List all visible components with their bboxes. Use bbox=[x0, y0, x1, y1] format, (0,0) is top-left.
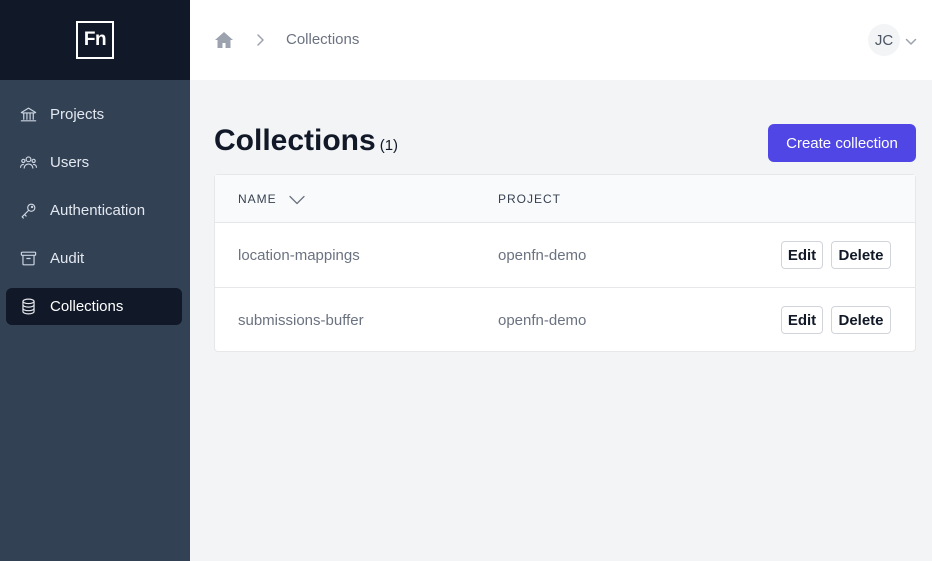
sidebar: Fn Projects Users Authentication Audit C… bbox=[0, 0, 190, 561]
column-header-name[interactable]: NAME bbox=[238, 192, 305, 206]
sidebar-item-label: Collections bbox=[50, 298, 124, 315]
column-header-name-label: NAME bbox=[238, 192, 277, 206]
sidebar-item-authentication[interactable]: Authentication bbox=[6, 192, 182, 229]
sidebar-item-projects[interactable]: Projects bbox=[6, 96, 182, 133]
collection-count: (1) bbox=[379, 137, 399, 154]
delete-button[interactable]: Delete bbox=[831, 306, 891, 334]
sidebar-item-label: Projects bbox=[50, 106, 105, 123]
logo-area: Fn bbox=[0, 0, 190, 80]
table-row: location-mappings openfn-demo Edit Delet… bbox=[215, 223, 915, 288]
database-icon bbox=[18, 297, 38, 317]
breadcrumb-current[interactable]: Collections bbox=[286, 31, 359, 48]
chevron-right-icon bbox=[254, 32, 266, 48]
collections-table: NAME PROJECT location-mappings openfn-de… bbox=[214, 174, 916, 352]
users-icon bbox=[18, 153, 38, 173]
sort-chevron-down-icon[interactable] bbox=[289, 194, 305, 205]
sidebar-item-label: Users bbox=[50, 154, 90, 171]
user-avatar[interactable]: JC bbox=[868, 24, 900, 56]
bank-icon bbox=[18, 105, 38, 125]
app-logo[interactable]: Fn bbox=[76, 21, 114, 59]
table-row: submissions-buffer openfn-demo Edit Dele… bbox=[215, 288, 915, 353]
table-header: NAME PROJECT bbox=[215, 175, 915, 223]
page-title: Collections (1) bbox=[214, 124, 398, 158]
collection-name: submissions-buffer bbox=[238, 312, 364, 329]
page-title-text: Collections bbox=[214, 124, 376, 157]
sidebar-item-users[interactable]: Users bbox=[6, 144, 182, 181]
column-header-project: PROJECT bbox=[498, 192, 562, 206]
collection-project: openfn-demo bbox=[498, 247, 587, 264]
sidebar-item-label: Audit bbox=[50, 250, 85, 267]
home-icon[interactable] bbox=[214, 31, 234, 49]
sidebar-item-label: Authentication bbox=[50, 202, 146, 219]
top-header: Collections JC bbox=[190, 0, 932, 80]
key-icon bbox=[18, 201, 38, 221]
sidebar-item-audit[interactable]: Audit bbox=[6, 240, 182, 277]
chevron-down-icon[interactable] bbox=[905, 34, 917, 45]
collection-project: openfn-demo bbox=[498, 312, 587, 329]
edit-button[interactable]: Edit bbox=[781, 241, 823, 269]
collection-name: location-mappings bbox=[238, 247, 360, 264]
sidebar-item-collections[interactable]: Collections bbox=[6, 288, 182, 325]
sidebar-nav: Projects Users Authentication Audit Coll… bbox=[0, 80, 190, 325]
edit-button[interactable]: Edit bbox=[781, 306, 823, 334]
create-collection-button[interactable]: Create collection bbox=[768, 124, 916, 162]
delete-button[interactable]: Delete bbox=[831, 241, 891, 269]
archive-icon bbox=[18, 249, 38, 269]
